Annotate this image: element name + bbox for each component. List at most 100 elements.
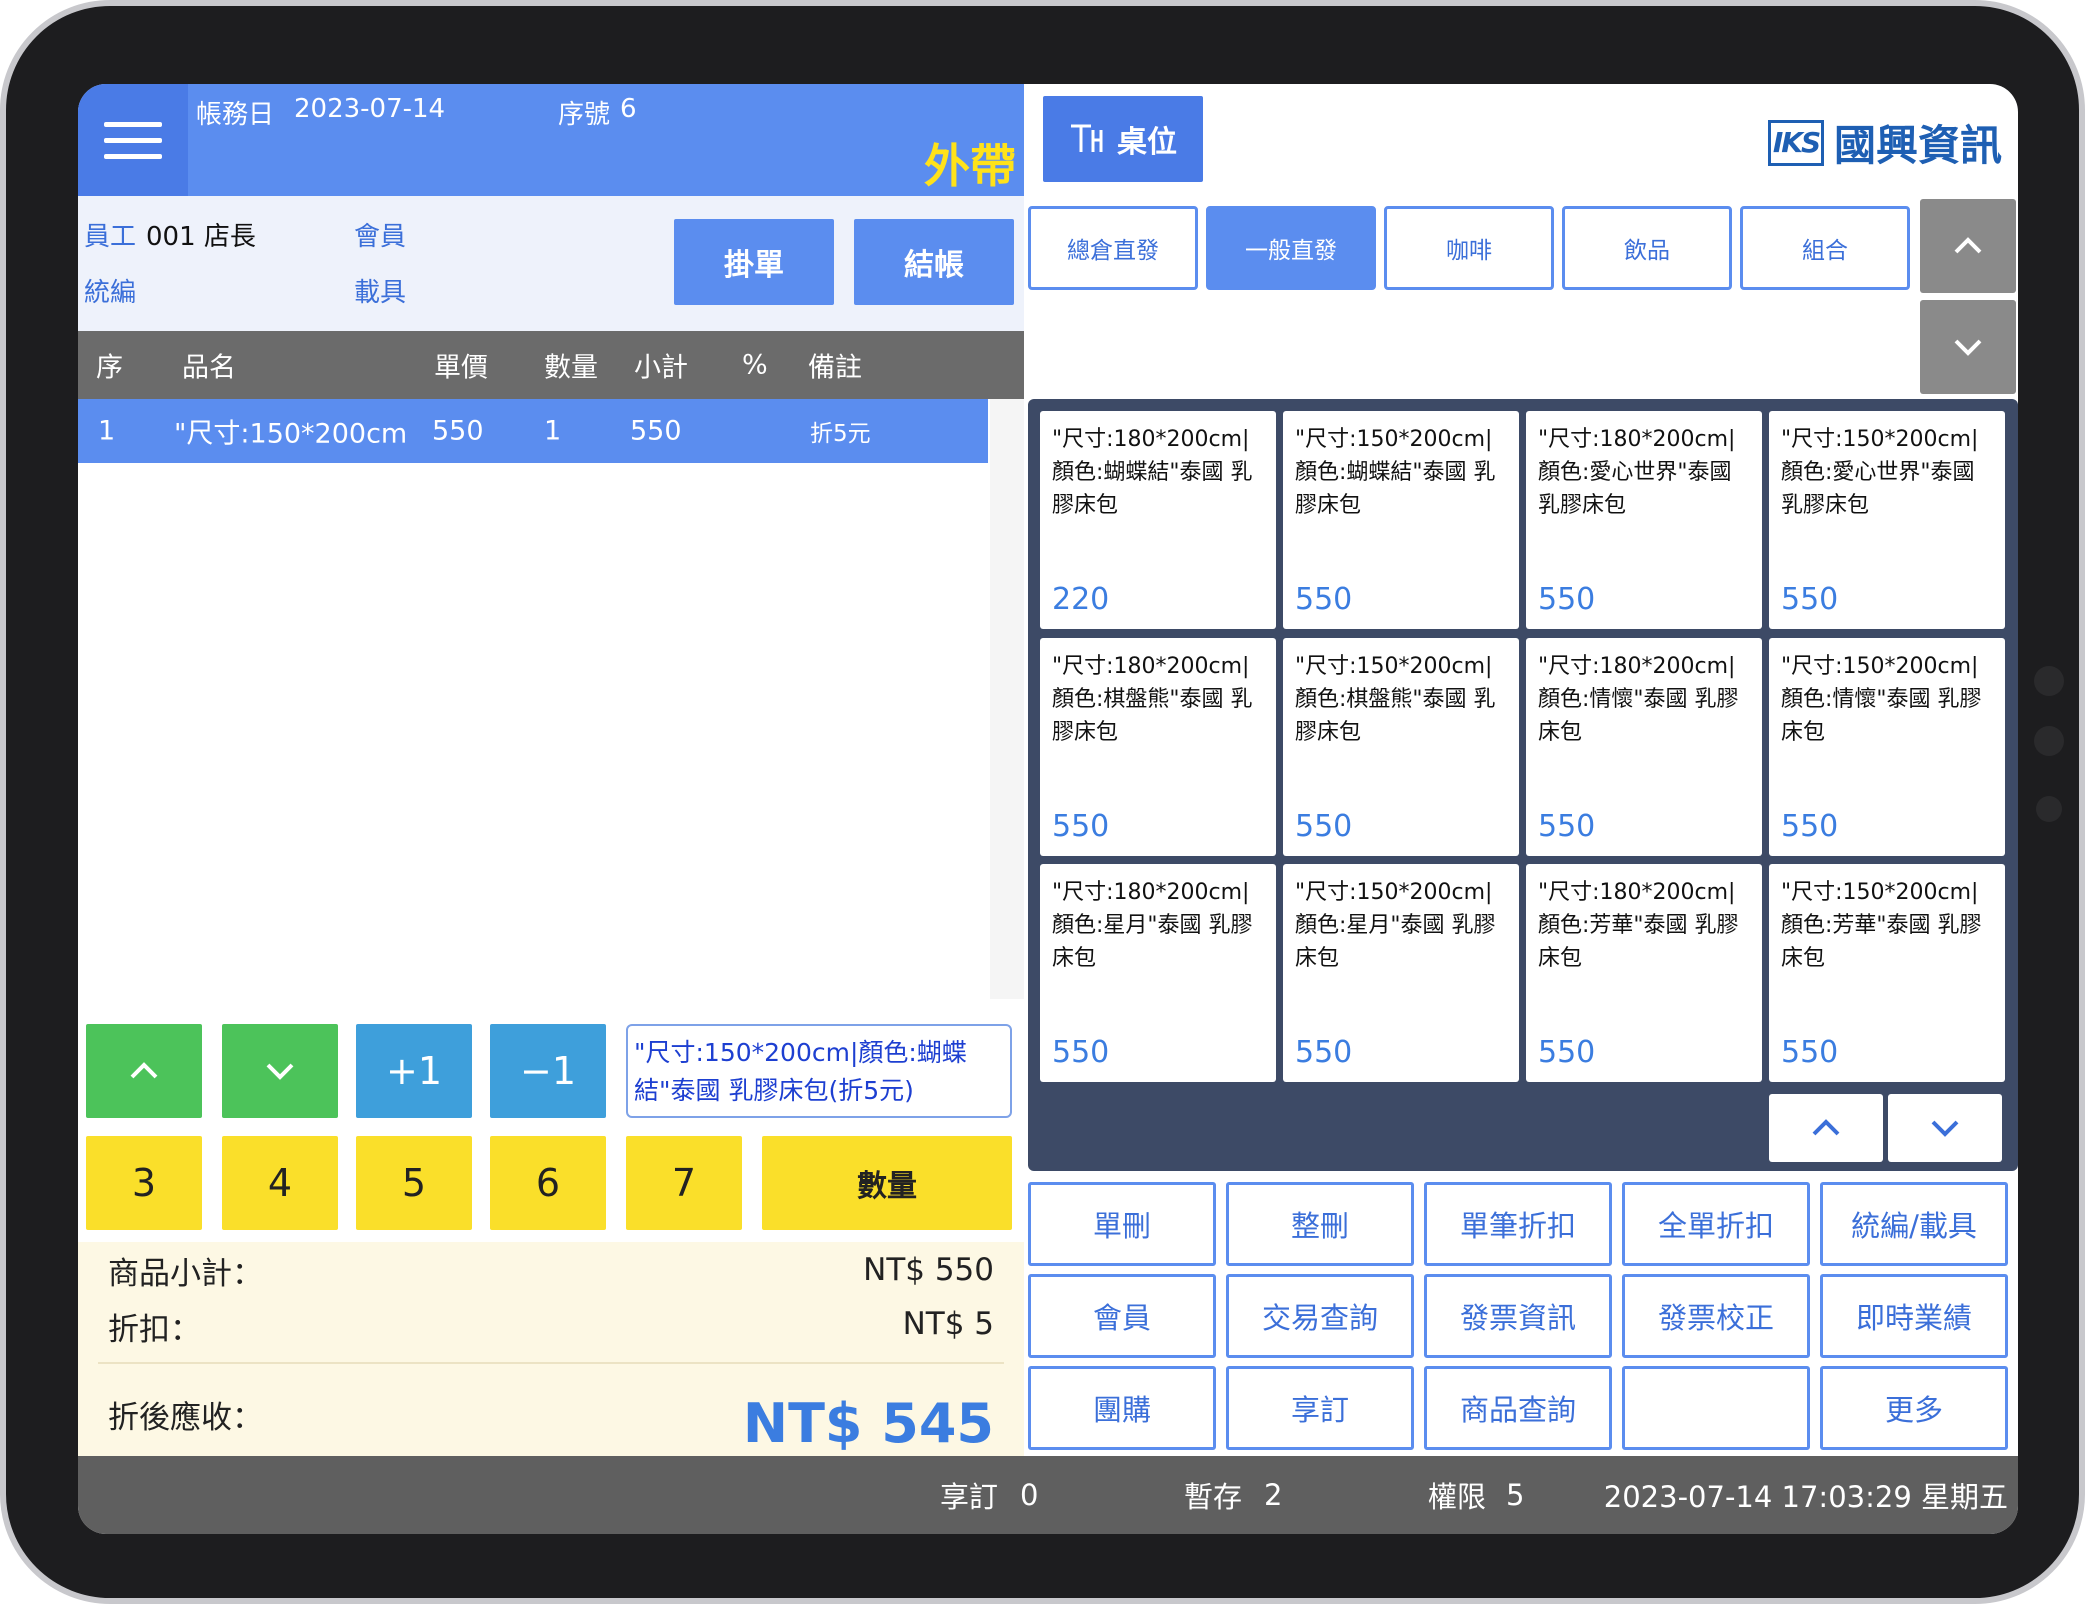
temp-count: 2 (1264, 1478, 1283, 1512)
digit-7-button[interactable]: 7 (626, 1136, 742, 1230)
side-button (2036, 796, 2062, 822)
product-price: 550 (1781, 1035, 1839, 1070)
category-tab-combo[interactable]: 組合 (1740, 206, 1910, 290)
reservation-count: 0 (1020, 1478, 1039, 1512)
minus-one-button[interactable]: −1 (490, 1024, 606, 1118)
quantity-button[interactable]: 數量 (762, 1136, 1012, 1230)
product-name: "尺寸:180*200cm|顏色:蝴蝶結"泰國 乳膠床包 (1052, 427, 1253, 518)
col-seq: 序 (96, 352, 123, 384)
category-tab-warehouse[interactable]: 總倉直發 (1028, 206, 1198, 290)
total-label: 折後應收： (108, 1400, 263, 1436)
product-card[interactable]: "尺寸:150*200cm|顏色:情懷"泰國 乳膠床包 550 (1769, 638, 2005, 856)
chevron-up-icon (1954, 237, 1982, 254)
product-name: "尺寸:180*200cm|顏色:星月"泰國 乳膠床包 (1052, 880, 1253, 971)
row-name: "尺寸:150*200cm|顏 (174, 418, 406, 450)
product-card[interactable]: "尺寸:180*200cm|顏色:情懷"泰國 乳膠床包 550 (1526, 638, 1762, 856)
temp-count-label: 暫存 (1184, 1480, 1243, 1514)
member-label[interactable]: 會員 (354, 216, 406, 253)
reservation-button[interactable]: 享訂 (1226, 1366, 1414, 1450)
tax-id-label[interactable]: 統編 (84, 272, 136, 309)
carrier-label[interactable]: 載具 (354, 272, 406, 309)
menu-icon[interactable] (78, 84, 188, 196)
product-card[interactable]: "尺寸:180*200cm|顏色:芳華"泰國 乳膠床包 550 (1526, 864, 1762, 1082)
row-note: 折5元 (810, 421, 871, 447)
discount-label: 折扣： (108, 1312, 201, 1348)
category-tab-coffee[interactable]: 咖啡 (1384, 206, 1554, 290)
member-button[interactable]: 會員 (1028, 1274, 1216, 1358)
product-price: 550 (1295, 1035, 1353, 1070)
table-scrollbar[interactable] (990, 399, 1024, 999)
transaction-query-button[interactable]: 交易查詢 (1226, 1274, 1414, 1358)
invoice-correction-button[interactable]: 發票校正 (1622, 1274, 1810, 1358)
company-logo: IKS 國興資訊 (1767, 112, 2002, 173)
digit-6-button[interactable]: 6 (490, 1136, 606, 1230)
realtime-sales-button[interactable]: 即時業績 (1820, 1274, 2008, 1358)
product-price: 550 (1781, 809, 1839, 844)
employee-label: 員工 (84, 222, 137, 252)
tablet-frame: 帳務日 2023-07-14 序號 6 外帶 員工 001 店長 會員 統編 載… (0, 0, 2085, 1604)
product-name: "尺寸:180*200cm|顏色:愛心世界"泰國 乳膠床包 (1538, 427, 1736, 518)
category-up-button[interactable] (1920, 199, 2016, 293)
status-bar: 享訂 0 暫存 2 權限 5 2023-07-14 17:03:29 星期五 (78, 1456, 2018, 1534)
group-buy-button[interactable]: 團購 (1028, 1366, 1216, 1450)
tax-carrier-button[interactable]: 統編/載具 (1820, 1182, 2008, 1266)
product-card[interactable]: "尺寸:150*200cm|顏色:芳華"泰國 乳膠床包 550 (1769, 864, 2005, 1082)
more-button[interactable]: 更多 (1820, 1366, 2008, 1450)
hold-order-button[interactable]: 掛單 (674, 219, 834, 305)
pos-screen: 帳務日 2023-07-14 序號 6 外帶 員工 001 店長 會員 統編 載… (78, 84, 2018, 1534)
chevron-down-icon (1931, 1120, 1959, 1137)
digit-4-button[interactable]: 4 (222, 1136, 338, 1230)
product-name: "尺寸:150*200cm|顏色:芳華"泰國 乳膠床包 (1781, 880, 1982, 971)
product-price: 550 (1295, 582, 1353, 617)
chevron-down-icon (1954, 339, 1982, 356)
product-page-down-button[interactable] (1888, 1094, 2002, 1162)
serial-label: 序號 (558, 100, 611, 130)
datetime: 2023-07-14 17:03:29 星期五 (1603, 1480, 2008, 1514)
item-discount-button[interactable]: 單筆折扣 (1424, 1182, 1612, 1266)
product-price: 550 (1052, 809, 1110, 844)
employee-value: 001 店長 (146, 222, 256, 252)
permission-value: 5 (1506, 1478, 1525, 1512)
product-card[interactable]: "尺寸:150*200cm|顏色:蝴蝶結"泰國 乳膠床包 550 (1283, 411, 1519, 629)
product-name: "尺寸:150*200cm|顏色:棋盤熊"泰國 乳膠床包 (1295, 654, 1496, 745)
logo-mark: IKS (1767, 119, 1824, 166)
product-price: 550 (1538, 1035, 1596, 1070)
delete-all-button[interactable]: 整刪 (1226, 1182, 1414, 1266)
checkout-button[interactable]: 結帳 (854, 219, 1014, 305)
product-card[interactable]: "尺寸:180*200cm|顏色:蝴蝶結"泰國 乳膠床包 220 (1040, 411, 1276, 629)
delete-item-button[interactable]: 單刪 (1028, 1182, 1216, 1266)
product-card[interactable]: "尺寸:180*200cm|顏色:棋盤熊"泰國 乳膠床包 550 (1040, 638, 1276, 856)
product-card[interactable]: "尺寸:150*200cm|顏色:棋盤熊"泰國 乳膠床包 550 (1283, 638, 1519, 856)
business-date-label: 帳務日 (196, 100, 275, 130)
empty-function-button[interactable] (1622, 1366, 1810, 1450)
product-card[interactable]: "尺寸:150*200cm|顏色:愛心世界"泰國 乳膠床包 550 (1769, 411, 2005, 629)
invoice-info-button[interactable]: 發票資訊 (1424, 1274, 1612, 1358)
product-card[interactable]: "尺寸:180*200cm|顏色:星月"泰國 乳膠床包 550 (1040, 864, 1276, 1082)
product-price: 550 (1052, 1035, 1110, 1070)
total-value: NT$ 545 (742, 1392, 994, 1455)
col-subtotal: 小計 (634, 352, 688, 384)
category-tab-drinks[interactable]: 飲品 (1562, 206, 1732, 290)
product-card[interactable]: "尺寸:150*200cm|顏色:星月"泰國 乳膠床包 550 (1283, 864, 1519, 1082)
order-discount-button[interactable]: 全單折扣 (1622, 1182, 1810, 1266)
table-row[interactable]: 1 "尺寸:150*200cm|顏 550 1 550 折5元 (78, 399, 988, 463)
product-page-up-button[interactable] (1769, 1094, 1883, 1162)
col-name: 品名 (182, 352, 236, 384)
order-summary: 商品小計： NT$ 550 折扣： NT$ 5 折後應收： NT$ 545 (78, 1242, 1024, 1468)
logo-text: 國興資訊 (1833, 121, 2002, 170)
digit-3-button[interactable]: 3 (86, 1136, 202, 1230)
chevron-down-icon (266, 1063, 294, 1080)
product-name: "尺寸:150*200cm|顏色:愛心世界"泰國 乳膠床包 (1781, 427, 1979, 518)
product-query-button[interactable]: 商品查詢 (1424, 1366, 1612, 1450)
digit-5-button[interactable]: 5 (356, 1136, 472, 1230)
row-down-button[interactable] (222, 1024, 338, 1118)
table-seat-button[interactable]: 桌位 (1043, 96, 1203, 182)
selected-item-display: "尺寸:150*200cm|顏色:蝴蝶結"泰國 乳膠床包(折5元) (626, 1024, 1012, 1118)
product-grid: "尺寸:180*200cm|顏色:蝴蝶結"泰國 乳膠床包 220 "尺寸:150*… (1028, 399, 2018, 1171)
plus-one-button[interactable]: +1 (356, 1024, 472, 1118)
category-tab-general[interactable]: 一般直發 (1206, 206, 1376, 290)
row-up-button[interactable] (86, 1024, 202, 1118)
category-down-button[interactable] (1920, 300, 2016, 394)
product-card[interactable]: "尺寸:180*200cm|顏色:愛心世界"泰國 乳膠床包 550 (1526, 411, 1762, 629)
business-date: 2023-07-14 (294, 94, 446, 124)
